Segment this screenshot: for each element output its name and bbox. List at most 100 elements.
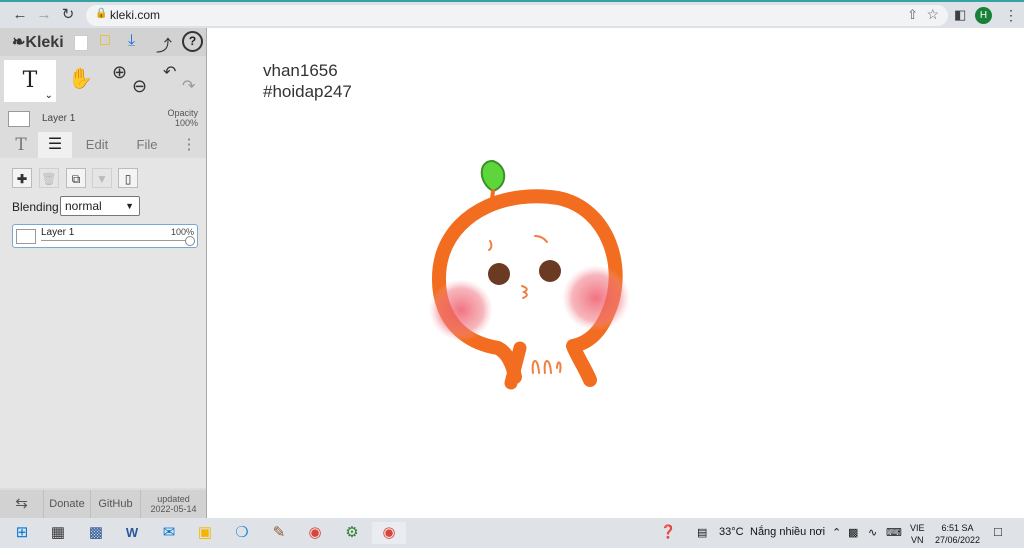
sidepanel-icon[interactable]: ◧ xyxy=(954,7,966,23)
open-icon[interactable]: □ xyxy=(100,32,110,50)
tool-row: T ⌄ ✋ ⊕ ⊖ ↶ ↷ xyxy=(0,60,206,102)
keyboard-icon[interactable]: ⌨ xyxy=(886,526,902,539)
help-icon[interactable]: ? xyxy=(182,31,203,52)
clock-date: 27/06/2022 xyxy=(935,535,981,545)
share-icon[interactable]: ⇧ xyxy=(907,7,918,23)
avatar[interactable]: H xyxy=(975,7,992,24)
duplicate-layer-button[interactable]: ⧉ xyxy=(66,168,86,188)
blending-value: normal xyxy=(65,199,102,213)
more-icon[interactable]: ⋮ xyxy=(176,132,202,158)
app-gear-icon[interactable]: ⚙ xyxy=(340,522,364,544)
donate-link[interactable]: Donate xyxy=(44,490,91,518)
chrome-icon[interactable]: ◉ xyxy=(303,522,327,544)
feet-marks xyxy=(531,360,562,374)
hand-tool-icon[interactable]: ✋ xyxy=(68,66,93,91)
layer-list-item[interactable]: Layer 1 100% xyxy=(12,224,198,248)
updated-label: updated xyxy=(157,494,190,504)
reload-icon[interactable]: ↻ xyxy=(58,6,78,24)
share-icon[interactable]: ⤴ xyxy=(156,32,172,56)
tab-edit[interactable]: Edit xyxy=(74,132,120,158)
app-topbar: ❧Kleki □ ⤓ ⤴ ? xyxy=(0,28,206,56)
windows-start-icon[interactable]: ⊞ xyxy=(10,522,34,544)
blending-label: Blending xyxy=(12,200,59,214)
left-eyebrow xyxy=(488,240,493,251)
clock-time: 6:51 SA xyxy=(941,523,974,533)
updated-date: 2022-05-14 xyxy=(150,504,197,514)
left-arm xyxy=(504,341,527,390)
download-icon[interactable]: ⤓ xyxy=(128,32,135,50)
layer-opacity-slider[interactable] xyxy=(41,240,191,241)
active-layer-name: Layer 1 xyxy=(42,113,76,124)
file-explorer-icon[interactable]: ▣ xyxy=(193,522,217,544)
panel-tabs: T ☰ Edit File ⋮ xyxy=(0,132,206,158)
help-tray-icon[interactable]: ❓ xyxy=(660,524,676,540)
right-blush xyxy=(562,265,630,331)
rename-layer-button[interactable]: ▯ xyxy=(118,168,138,188)
swap-side-icon[interactable]: ⇆ xyxy=(0,490,44,518)
chat-app-icon[interactable]: ▩ xyxy=(84,522,108,544)
layer-thumbnail[interactable] xyxy=(8,111,30,127)
tab-text-tool[interactable]: T xyxy=(4,132,38,158)
windows-taskbar: ⊞ ▦ ▩ W ✉ ▣ ❍ ✎ ◉ ⚙ ◉ ❓ ▤ 33°C Nắng nhiề… xyxy=(0,518,1024,548)
weather-icon[interactable]: ▤ xyxy=(697,526,707,539)
undo-icon[interactable]: ↶ xyxy=(163,62,176,82)
logo-text: Kleki xyxy=(25,34,64,51)
add-layer-button[interactable]: ✚ xyxy=(12,168,32,188)
lang-top: VIE xyxy=(910,523,925,533)
layers-panel: ✚ 🗑 ⧉ ▼ ▯ Blending normal ▼ Layer 1 100% xyxy=(0,158,206,488)
mail-icon[interactable]: ✉ xyxy=(157,522,181,544)
notification-icon[interactable]: □ xyxy=(994,524,1002,539)
address-bar[interactable]: 🔒 kleki.com ⇧ ☆ xyxy=(86,5,948,26)
word-icon[interactable]: W xyxy=(120,522,144,544)
chevron-up-icon[interactable]: ⌃ xyxy=(832,526,841,539)
kleki-logo[interactable]: ❧Kleki xyxy=(12,32,64,52)
layers-icon: ☰ xyxy=(47,136,63,153)
tab-file[interactable]: File xyxy=(124,132,170,158)
weather-temp[interactable]: 33°C xyxy=(719,526,744,538)
tab-layers[interactable]: ☰ xyxy=(38,132,72,158)
layer-thumbnail xyxy=(16,229,36,244)
orange-drawing xyxy=(429,159,630,390)
browser-toolbar: ← → ↻ 🔒 kleki.com ⇧ ☆ ◧ H ⋮ xyxy=(0,0,1024,28)
task-view-icon[interactable]: ▦ xyxy=(46,522,70,544)
left-blush xyxy=(429,279,493,341)
leaf-shape xyxy=(480,159,506,193)
kleki-sidebar: ❧Kleki □ ⤓ ⤴ ? T ⌄ ✋ ⊕ ⊖ ↶ ↷ Layer 1 Opac… xyxy=(0,28,207,518)
menu-icon[interactable]: ⋮ xyxy=(1004,7,1018,24)
logo-mark-icon: ❧ xyxy=(12,34,26,51)
redo-icon[interactable]: ↷ xyxy=(182,76,195,96)
merge-layer-button[interactable]: ▼ xyxy=(92,168,112,188)
url-text[interactable]: kleki.com xyxy=(110,8,160,22)
updated-info[interactable]: updated 2022-05-14 xyxy=(141,490,206,518)
opacity-label: Opacity xyxy=(167,108,198,118)
back-icon[interactable]: ← xyxy=(10,6,30,24)
zoom-out-icon[interactable]: ⊖ xyxy=(132,76,147,97)
star-icon[interactable]: ☆ xyxy=(926,6,939,23)
lang-bottom: VN xyxy=(911,535,924,545)
right-eyebrow xyxy=(534,235,548,243)
delete-layer-button[interactable]: 🗑 xyxy=(39,168,59,188)
layer-name: Layer 1 xyxy=(41,227,75,238)
active-layer-header: Layer 1 Opacity 100% xyxy=(0,108,206,130)
weather-text[interactable]: Nắng nhiều nơi xyxy=(750,526,825,538)
device-icon[interactable]: ▩ xyxy=(848,526,858,539)
wifi-icon[interactable]: ∿ xyxy=(868,526,877,539)
paint-icon[interactable]: ✎ xyxy=(267,522,291,544)
zoom-in-icon[interactable]: ⊕ xyxy=(112,62,127,83)
drawing-canvas[interactable]: vhan1656 #hoidap247 xyxy=(208,28,1024,518)
slider-handle[interactable] xyxy=(185,236,195,246)
chevron-down-icon[interactable]: ⌄ xyxy=(45,90,53,102)
text-tool-button[interactable]: T ⌄ xyxy=(4,60,56,102)
right-eye xyxy=(539,260,561,282)
chrome-profile-icon[interactable]: ◉ xyxy=(372,522,406,544)
language-indicator[interactable]: VIE VN xyxy=(910,522,925,546)
github-link[interactable]: GitHub xyxy=(91,490,141,518)
edge-icon[interactable]: ❍ xyxy=(230,522,254,544)
opacity-value: 100% xyxy=(174,118,198,128)
opacity-readout[interactable]: Opacity 100% xyxy=(167,108,198,128)
new-image-icon[interactable] xyxy=(74,35,88,51)
sidebar-footer: ⇆ Donate GitHub updated 2022-05-14 xyxy=(0,490,206,518)
clock[interactable]: 6:51 SA 27/06/2022 xyxy=(935,522,980,546)
blending-select[interactable]: normal ▼ xyxy=(60,196,140,216)
forward-icon[interactable]: → xyxy=(34,6,54,24)
